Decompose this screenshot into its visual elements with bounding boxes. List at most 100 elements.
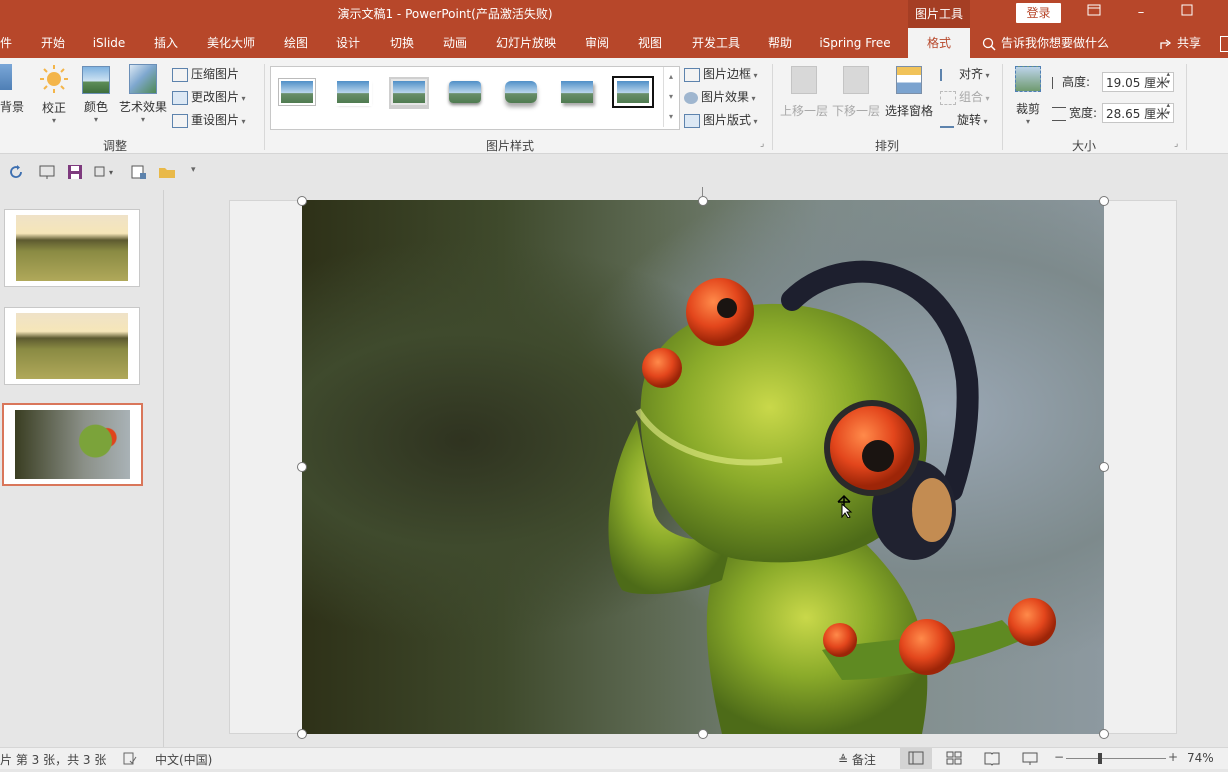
send-backward-button[interactable]: 下移一层	[830, 66, 882, 119]
height-input[interactable]: 19.05 厘米 ▴ ▾	[1102, 70, 1174, 92]
tab-slideshow[interactable]: 幻灯片放映	[491, 28, 561, 58]
rotate-handle[interactable]	[702, 187, 703, 196]
picture-style-3[interactable]	[389, 77, 429, 109]
tab-beautify[interactable]: 美化大师	[201, 28, 261, 58]
tab-help[interactable]: 帮助	[762, 28, 798, 58]
group-icon	[940, 90, 956, 105]
height-spinner[interactable]: ▴ ▾	[1166, 70, 1170, 86]
compress-pictures-button[interactable]: 压缩图片	[172, 64, 239, 84]
picture-style-7[interactable]	[613, 77, 653, 109]
notes-button[interactable]: ≜ 备注	[838, 751, 876, 768]
size-dialog-launcher-icon[interactable]: ⌟	[1174, 139, 1178, 149]
rotate-button[interactable]: 旋转 ▾	[940, 110, 988, 130]
new-slide-icon[interactable]	[130, 164, 148, 180]
spellcheck-icon[interactable]	[123, 752, 137, 765]
maximize-icon[interactable]	[1172, 3, 1202, 23]
resize-handle-top-left[interactable]	[297, 196, 307, 206]
ribbon-tabs: 件 开始 iSlide 插入 美化大师 绘图 设计 切换 动画 幻灯片放映 审阅…	[0, 28, 1228, 58]
thumbnail-image	[16, 313, 128, 379]
notes-label: 备注	[851, 753, 876, 767]
tab-home[interactable]: 开始	[34, 28, 72, 58]
dialog-launcher-icon[interactable]: ⌟	[760, 139, 764, 149]
slide-sorter-icon[interactable]	[946, 751, 962, 766]
tab-design[interactable]: 设计	[330, 28, 366, 58]
save-icon[interactable]	[67, 164, 83, 180]
ribbon-display-icon[interactable]	[1079, 3, 1109, 23]
tab-developer[interactable]: 开发工具	[686, 28, 746, 58]
picture-style-4[interactable]	[445, 77, 485, 109]
resize-handle-bottom-left[interactable]	[297, 729, 307, 739]
slideshow-view-icon[interactable]	[1022, 751, 1038, 766]
color-button[interactable]: 颜色 ▾	[78, 64, 114, 124]
width-input[interactable]: 28.65 厘米 ▴ ▾	[1102, 101, 1174, 123]
tab-review[interactable]: 审阅	[579, 28, 615, 58]
tab-transitions[interactable]: 切换	[384, 28, 420, 58]
tab-file[interactable]: 件	[0, 28, 12, 58]
slideshow-from-start-icon[interactable]	[38, 164, 56, 180]
picture-effects-button[interactable]: 图片效果 ▾	[684, 87, 756, 107]
slide-thumbnail-1[interactable]	[4, 209, 140, 287]
picture-style-1[interactable]	[277, 77, 317, 109]
group-separator	[264, 64, 265, 150]
align-button[interactable]: 对齐 ▾	[940, 64, 990, 84]
customize-qat-icon[interactable]: ▾	[191, 165, 196, 175]
language-status[interactable]: 中文(中国)	[155, 751, 212, 768]
send-backward-label: 下移一层	[831, 104, 880, 118]
change-picture-label: 更改图片	[191, 90, 240, 104]
minimize-icon[interactable]: –	[1126, 3, 1156, 23]
resize-handle-bottom[interactable]	[698, 729, 708, 739]
resize-handle-top[interactable]	[698, 196, 708, 206]
tab-view[interactable]: 视图	[632, 28, 668, 58]
tab-draw[interactable]: 绘图	[278, 28, 314, 58]
tab-islide[interactable]: iSlide	[88, 28, 130, 58]
resize-handle-left[interactable]	[297, 462, 307, 472]
bring-forward-button[interactable]: 上移一层	[778, 66, 830, 119]
resize-handle-bottom-right[interactable]	[1099, 729, 1109, 739]
share-button[interactable]: 共享	[1154, 28, 1206, 58]
picture-border-button[interactable]: 图片边框 ▾	[684, 64, 758, 84]
login-button[interactable]: 登录	[1016, 3, 1061, 23]
change-picture-button[interactable]: 更改图片 ▾	[172, 87, 246, 107]
redo-icon[interactable]	[9, 164, 25, 180]
picture-style-6[interactable]	[557, 77, 597, 109]
zoom-slider-thumb[interactable]	[1098, 753, 1102, 764]
open-folder-icon[interactable]	[158, 164, 176, 180]
undo-dropdown-icon[interactable]: ▾	[92, 164, 118, 180]
tab-format[interactable]: 格式	[908, 28, 970, 58]
artistic-effects-button[interactable]: 艺术效果 ▾	[118, 64, 168, 124]
frog-picture[interactable]	[302, 200, 1104, 734]
resize-handle-top-right[interactable]	[1099, 196, 1109, 206]
reset-picture-button[interactable]: 重设图片 ▾	[172, 110, 246, 130]
zoom-level[interactable]: 74%	[1187, 751, 1214, 765]
account-icon[interactable]	[1220, 36, 1228, 52]
svg-text:▾: ▾	[109, 168, 113, 177]
zoom-slider-track[interactable]	[1066, 758, 1166, 759]
picture-style-5[interactable]	[501, 77, 541, 109]
slide-thumbnail-2[interactable]	[4, 307, 140, 385]
rotate-label: 旋转	[957, 113, 982, 127]
crop-button[interactable]: 裁剪 ▾	[1010, 66, 1046, 126]
zoom-in-button[interactable]: +	[1168, 750, 1178, 764]
group-button[interactable]: 组合 ▾	[940, 87, 990, 107]
corrections-button[interactable]: 校正 ▾	[36, 64, 72, 125]
corrections-label: 校正	[41, 101, 66, 115]
zoom-out-button[interactable]: −	[1054, 750, 1064, 764]
resize-handle-right[interactable]	[1099, 462, 1109, 472]
width-spinner[interactable]: ▴ ▾	[1166, 101, 1170, 117]
gallery-scroll[interactable]: ▴ ▾ ▾	[663, 67, 678, 127]
group-separator	[772, 64, 773, 150]
normal-view-button[interactable]	[900, 748, 932, 769]
group-label-arrange: 排列	[874, 139, 899, 153]
reading-view-icon[interactable]	[984, 751, 1000, 766]
tell-me-search[interactable]: 告诉我你想要做什么	[982, 28, 1122, 58]
picture-style-2[interactable]	[333, 77, 373, 109]
tab-animations[interactable]: 动画	[437, 28, 473, 58]
picture-layout-button[interactable]: 图片版式 ▾	[684, 110, 758, 130]
tab-ispring[interactable]: iSpring Free	[815, 28, 895, 58]
tab-insert[interactable]: 插入	[148, 28, 184, 58]
slide-thumbnail-3[interactable]	[2, 403, 143, 486]
status-bar: 片 第 3 张，共 3 张 中文(中国) ≜ 备注 − + 74%	[0, 747, 1228, 769]
remove-background-button[interactable]: 背景	[0, 64, 24, 115]
selection-pane-button[interactable]: 选择窗格	[882, 66, 936, 119]
send-backward-icon	[843, 66, 869, 94]
